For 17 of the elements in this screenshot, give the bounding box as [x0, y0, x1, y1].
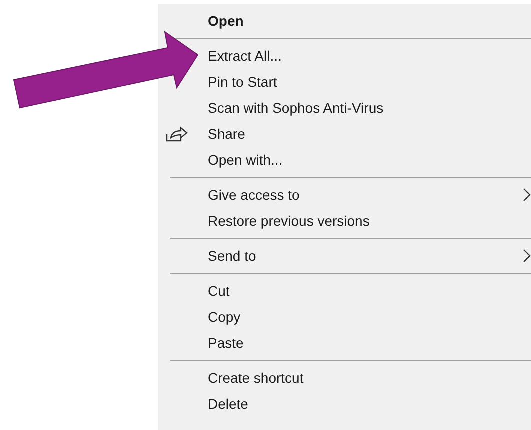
- menu-item[interactable]: Copy: [208, 309, 241, 325]
- chevron-icon: [523, 188, 531, 202]
- menu-item[interactable]: Restore previous versions: [208, 213, 370, 229]
- menu-item[interactable]: Open with...: [208, 152, 283, 168]
- menu-item[interactable]: Share: [208, 126, 246, 142]
- menu-item[interactable]: Scan with Sophos Anti-Virus: [208, 100, 384, 116]
- menu-item[interactable]: Paste: [208, 335, 244, 351]
- menu-item[interactable]: Delete: [208, 396, 248, 412]
- menu-item[interactable]: Cut: [208, 283, 230, 299]
- menu-item[interactable]: Send to: [208, 248, 256, 264]
- menu-item[interactable]: Give access to: [208, 187, 300, 203]
- menu-item[interactable]: Open: [208, 13, 244, 29]
- chevron-icon: [523, 249, 531, 263]
- menu-item[interactable]: Extract All...: [208, 48, 282, 64]
- menu-item[interactable]: Pin to Start: [208, 74, 278, 90]
- menu-item[interactable]: Create shortcut: [208, 370, 304, 386]
- share-icon: [166, 126, 188, 142]
